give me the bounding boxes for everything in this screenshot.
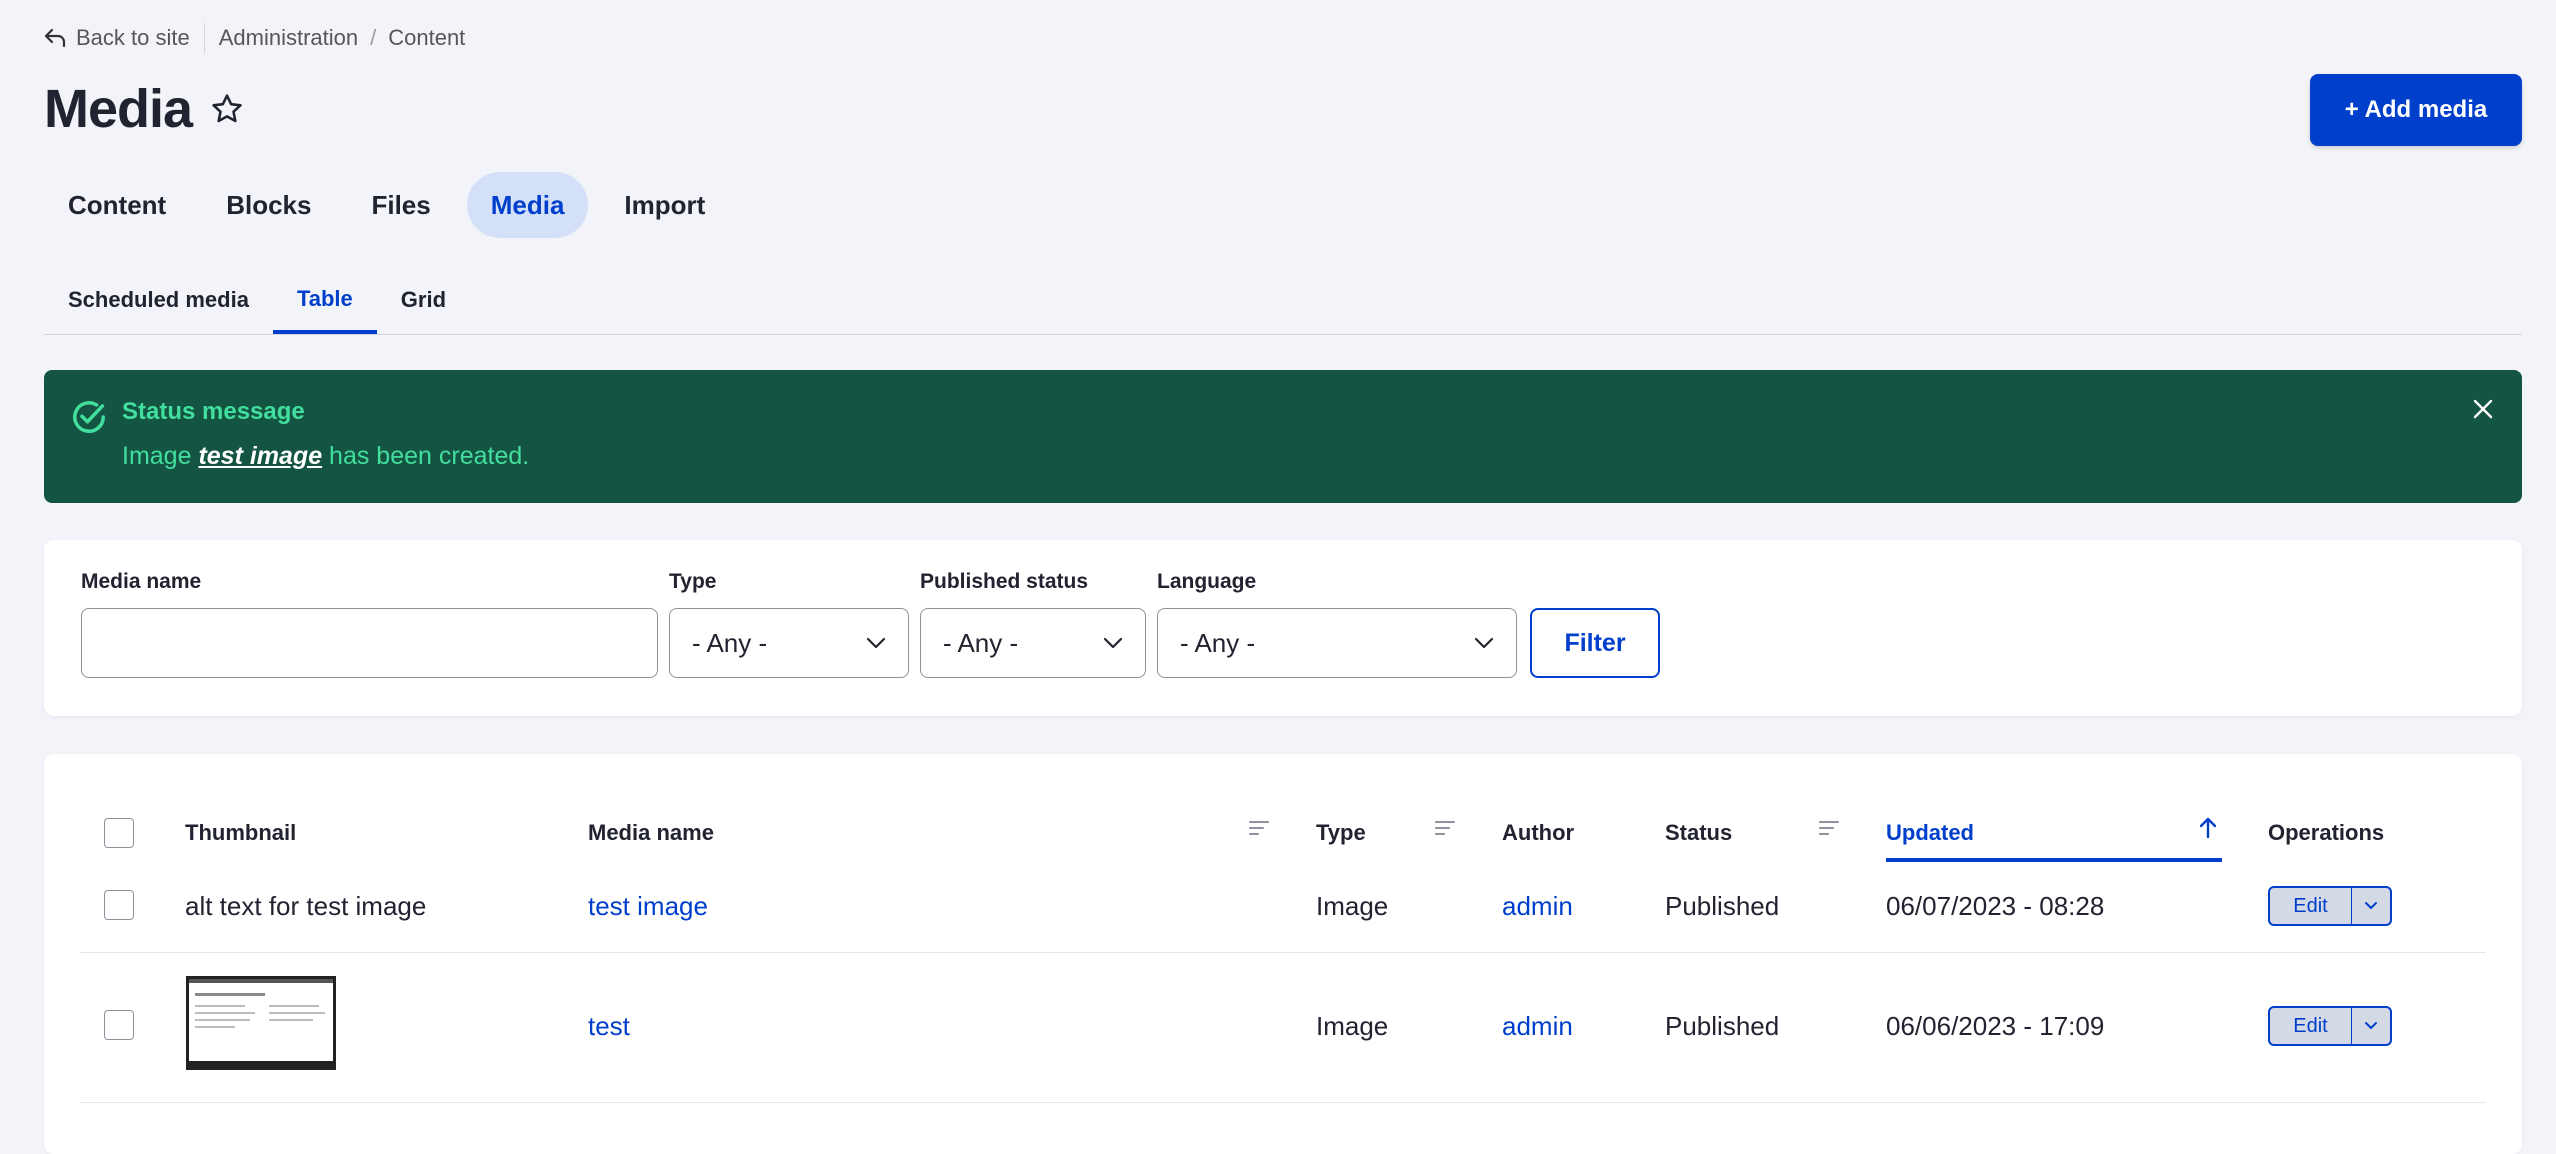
language-select-value: - Any - (1180, 627, 1256, 658)
close-icon[interactable] (2472, 398, 2494, 420)
filter-button[interactable]: Filter (1530, 608, 1660, 678)
media-name-link[interactable]: test image (588, 886, 708, 926)
header-media-name[interactable]: Media name (588, 808, 714, 858)
back-to-site-label: Back to site (76, 25, 190, 50)
edit-button[interactable]: Edit (2270, 888, 2352, 924)
page-title: Media (44, 79, 193, 139)
back-arrow-icon (44, 28, 66, 48)
tab-content[interactable]: Content (44, 172, 190, 238)
operations-toggle[interactable] (2352, 888, 2390, 924)
primary-tabs: Content Blocks Files Media Import (44, 172, 729, 238)
status-text: Published (1665, 1010, 1780, 1041)
header-status[interactable]: Status (1665, 808, 1732, 858)
row-divider (80, 952, 2486, 953)
star-icon[interactable] (210, 92, 244, 126)
media-name-label: Media name (81, 570, 202, 593)
author-link[interactable]: admin (1502, 886, 1573, 926)
edit-button[interactable]: Edit (2270, 1008, 2352, 1044)
breadcrumb-administration[interactable]: Administration (219, 25, 358, 51)
add-media-button[interactable]: + Add media (2310, 74, 2522, 146)
header-author: Author (1502, 820, 1575, 845)
tab-media[interactable]: Media (466, 172, 589, 238)
subtab-table[interactable]: Table (272, 268, 377, 334)
breadcrumb: Back to site Administration / Content (44, 22, 465, 54)
published-status-select[interactable]: - Any - (920, 608, 1146, 678)
thumbnail-alt-text: alt text for test image (185, 890, 427, 921)
status-suffix: has been created. (322, 442, 530, 470)
published-status-label: Published status (920, 570, 1089, 593)
arrow-up-icon[interactable] (2198, 816, 2218, 840)
type-select-value: - Any - (692, 627, 768, 658)
breadcrumb-content[interactable]: Content (388, 25, 465, 51)
row-checkbox[interactable] (104, 890, 134, 920)
subtab-scheduled-media[interactable]: Scheduled media (44, 268, 273, 332)
thumbnail-preview-graphic (189, 979, 333, 1067)
operations-toggle[interactable] (2352, 1008, 2390, 1044)
operations-dropbutton: Edit (2268, 886, 2392, 926)
secondary-tabs: Scheduled media Table Grid (44, 268, 2522, 335)
row-divider (80, 1102, 2486, 1103)
media-table: Thumbnail Media name Type Author Status … (44, 754, 2522, 1154)
status-text: Image test image has been created. (122, 442, 529, 471)
filter-form: Media name Type - Any - Published status… (44, 540, 2522, 716)
status-message: Status message Image test image has been… (44, 370, 2522, 503)
sort-icon[interactable] (1434, 818, 1456, 838)
back-to-site-link[interactable]: Back to site (44, 25, 190, 51)
header-updated[interactable]: Updated (1886, 808, 1974, 858)
thumbnail-image (186, 976, 336, 1070)
status-heading: Status message (122, 398, 305, 425)
type-select[interactable]: - Any - (669, 608, 909, 678)
chevron-down-icon (2365, 1022, 2377, 1029)
check-circle-icon (73, 401, 105, 433)
active-sort-indicator (1886, 858, 2222, 862)
media-type: Image (1316, 890, 1389, 921)
header-thumbnail: Thumbnail (185, 820, 297, 845)
row-checkbox[interactable] (104, 1010, 134, 1040)
media-name-input[interactable] (81, 608, 658, 678)
status-text: Published (1665, 890, 1780, 921)
published-status-value: - Any - (943, 627, 1019, 658)
subtab-grid[interactable]: Grid (377, 268, 470, 332)
status-prefix: Image (122, 442, 199, 470)
tab-blocks[interactable]: Blocks (202, 172, 335, 238)
updated-date: 06/07/2023 - 08:28 (1886, 890, 2105, 921)
status-media-link[interactable]: test image (198, 442, 322, 470)
chevron-down-icon (1103, 637, 1123, 649)
chevron-down-icon (2365, 902, 2377, 909)
operations-dropbutton: Edit (2268, 1006, 2392, 1046)
sort-icon[interactable] (1818, 818, 1840, 838)
tab-files[interactable]: Files (347, 172, 454, 238)
breadcrumb-divider (203, 23, 205, 53)
language-select[interactable]: - Any - (1157, 608, 1517, 678)
media-name-link[interactable]: test (588, 1006, 630, 1046)
title-row: Media (44, 78, 244, 140)
author-link[interactable]: admin (1502, 1006, 1573, 1046)
media-type: Image (1316, 1010, 1389, 1041)
updated-date: 06/06/2023 - 17:09 (1886, 1010, 2105, 1041)
chevron-down-icon (1474, 637, 1494, 649)
language-label: Language (1157, 570, 1257, 593)
type-label: Type (669, 570, 717, 593)
chevron-down-icon (866, 637, 886, 649)
tab-import[interactable]: Import (600, 172, 729, 238)
header-type[interactable]: Type (1316, 808, 1366, 858)
sort-icon[interactable] (1248, 818, 1270, 838)
select-all-checkbox[interactable] (104, 818, 134, 848)
breadcrumb-separator: / (370, 25, 377, 50)
header-operations: Operations (2268, 820, 2385, 845)
